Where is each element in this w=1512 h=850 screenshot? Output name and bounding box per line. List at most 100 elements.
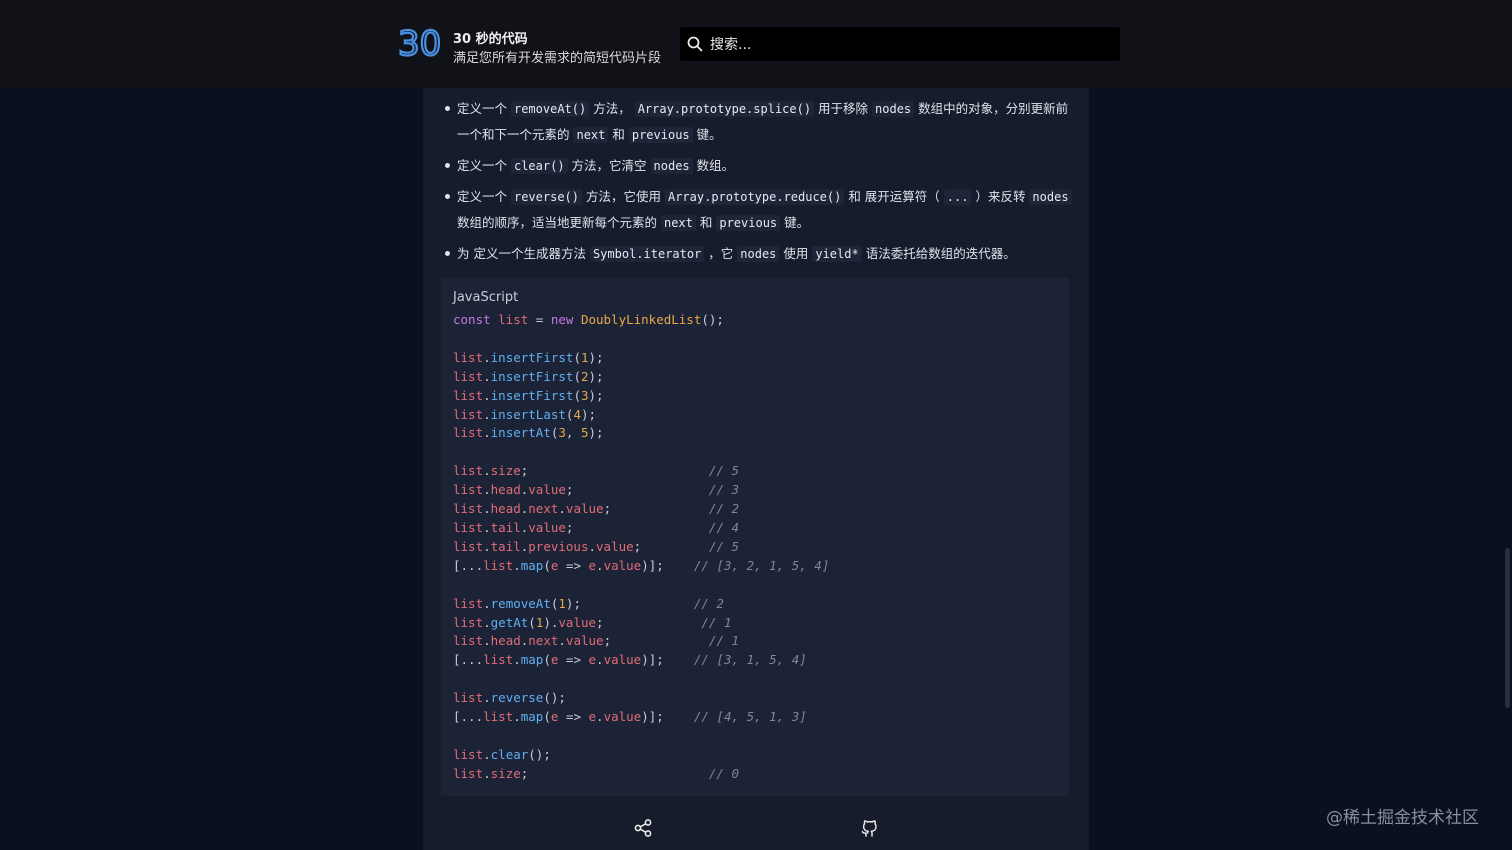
code-token: list <box>453 690 484 706</box>
code-token: map <box>520 557 544 573</box>
code-token: list <box>453 595 484 611</box>
description-text: 用于移除 <box>814 101 873 116</box>
description-text: 定义一个 <box>457 158 511 173</box>
inline-code: removeAt() <box>510 101 590 117</box>
code-token: ); <box>588 387 604 403</box>
description-text: 数组。 <box>692 158 735 173</box>
site-subtitle: 满足您所有开发需求的简短代码片段 <box>453 51 662 66</box>
share-icon[interactable] <box>633 818 653 838</box>
code-token: getAt <box>490 614 529 630</box>
code-token: list <box>483 652 514 668</box>
code-token: list <box>453 519 484 535</box>
code-token: ( <box>543 652 551 668</box>
code-token: ); <box>588 368 604 384</box>
description-text: ，它 <box>704 246 738 261</box>
code-token: ; <box>603 633 709 649</box>
code-token: list <box>453 368 484 384</box>
code-token: . <box>483 633 491 649</box>
code-token: => <box>558 652 589 668</box>
description-text: 数组的顺序，适当地更新每个元素的 <box>457 215 661 230</box>
code-token: . <box>483 349 491 365</box>
code-token: 5 <box>580 425 589 441</box>
code-token: . <box>483 690 491 706</box>
code-line: list.getAt(1).value; // 1 <box>453 614 829 633</box>
code-token: . <box>483 595 491 611</box>
code-line: [...list.map(e => e.value)]; // [3, 1, 5… <box>453 651 829 670</box>
code-token: 1 <box>580 349 589 365</box>
code-token: ; <box>603 501 709 517</box>
code-token: . <box>483 406 491 422</box>
inline-code: yield* <box>812 246 862 262</box>
code-token: (); <box>543 690 566 706</box>
search-box[interactable] <box>680 27 1120 63</box>
code-token: ; <box>565 519 709 535</box>
site-title[interactable]: 30 秒的代码 <box>453 28 528 47</box>
inline-code: clear() <box>510 158 568 174</box>
code-line: const list = new DoublyLinkedList(); <box>453 311 829 330</box>
code-line: list.insertFirst(1); <box>453 349 829 368</box>
inline-code: next <box>573 127 609 143</box>
code-token: , <box>565 425 581 441</box>
code-token: // 3 <box>708 482 740 498</box>
scrollbar[interactable] <box>1505 548 1510 708</box>
inline-code: ... <box>943 189 972 205</box>
code-token: . <box>513 709 521 725</box>
code-token: = <box>528 312 551 327</box>
code-token: size <box>490 765 521 781</box>
code-token: )]; <box>641 557 694 573</box>
code-line: list.removeAt(1); // 2 <box>453 595 829 614</box>
code-token: // 2 <box>708 501 740 517</box>
code-token: list <box>453 614 484 630</box>
code-token: next <box>528 633 559 649</box>
inline-code: reverse() <box>510 189 583 205</box>
search-input[interactable] <box>708 27 1112 63</box>
code-token: value <box>558 614 597 630</box>
code-token: value <box>565 501 604 517</box>
code-line: list.insertFirst(3); <box>453 387 829 406</box>
code-token: list <box>483 709 514 725</box>
code-token: insertFirst <box>490 349 574 365</box>
code-token: value <box>528 519 566 535</box>
code-content[interactable]: const list = new DoublyLinkedList(); lis… <box>453 311 829 784</box>
code-token: . <box>483 425 491 441</box>
code-token: ( <box>573 349 581 365</box>
github-icon[interactable] <box>859 818 879 838</box>
code-token: => <box>558 709 589 725</box>
code-token: 4 <box>573 406 581 422</box>
code-token: list <box>453 349 484 365</box>
code-line: list.insertAt(3, 5); <box>453 424 829 443</box>
code-line: list.clear(); <box>453 746 829 765</box>
code-token: // 1 <box>701 614 732 630</box>
site-logo[interactable]: 30 <box>398 24 440 60</box>
code-token: ); <box>565 595 694 611</box>
code-token: . <box>483 614 491 630</box>
code-token: 3 <box>558 425 566 441</box>
code-token: (); <box>701 312 724 327</box>
top-navigation-bar: 30 30 秒的代码 满足您所有开发需求的简短代码片段 <box>0 0 1512 88</box>
code-token: ; <box>520 765 709 781</box>
code-block: JavaScript const list = new DoublyLinked… <box>441 278 1069 796</box>
code-line: list.tail.previous.value; // 5 <box>453 538 829 557</box>
code-token: // [4, 5, 1, 3] <box>693 709 807 725</box>
code-line: [...list.map(e => e.value)]; // [3, 2, 1… <box>453 557 829 576</box>
code-token: ; <box>520 463 709 479</box>
code-token: . <box>483 368 491 384</box>
code-token: )]; <box>641 652 694 668</box>
code-token: list <box>453 501 484 517</box>
inline-code: previous <box>628 127 693 143</box>
code-token: list <box>453 633 484 649</box>
code-token: list <box>453 765 484 781</box>
code-token: // 0 <box>708 765 740 781</box>
code-token: // 5 <box>708 538 740 554</box>
description-text: ）来反转 <box>971 189 1030 204</box>
description-text: 键。 <box>692 127 722 142</box>
code-token: // 2 <box>693 595 724 611</box>
inline-code: Array.prototype.splice() <box>634 101 815 117</box>
code-token: clear <box>490 746 529 762</box>
code-token: e <box>588 557 597 573</box>
inline-code: nodes <box>1029 189 1072 205</box>
code-token: tail <box>490 519 521 535</box>
code-token: . <box>596 652 604 668</box>
code-token: list <box>453 746 484 762</box>
